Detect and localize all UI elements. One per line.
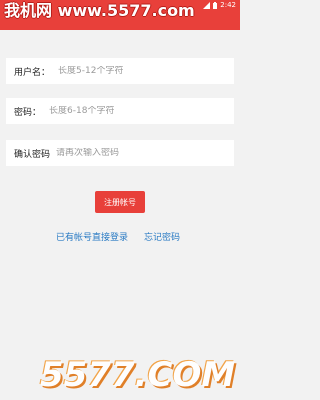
confirm-password-label: 确认密码 — [14, 149, 51, 160]
login-link[interactable]: 已有帐号直接登录 — [56, 230, 128, 243]
site-watermark-bottom: 5577.COM — [40, 355, 236, 395]
password-input[interactable] — [49, 106, 210, 116]
site-watermark-top: 我机网 www.5577.com — [4, 1, 195, 20]
username-field-row: 用户名： — [6, 58, 234, 84]
battery-icon — [213, 1, 218, 9]
register-button[interactable]: 注册帐号 — [95, 191, 145, 213]
confirm-password-input[interactable] — [56, 148, 217, 158]
password-field-row: 密码： — [6, 98, 234, 124]
password-label: 密码： — [14, 107, 42, 118]
forgot-password-link[interactable]: 忘记密码 — [144, 230, 180, 243]
confirm-password-field-row: 确认密码 — [6, 140, 234, 166]
username-label: 用户名： — [14, 67, 51, 78]
status-time: 2:42 — [220, 1, 236, 9]
signal-icon — [203, 1, 211, 9]
status-indicators: 2:42 — [203, 0, 236, 10]
username-input[interactable] — [58, 66, 219, 76]
